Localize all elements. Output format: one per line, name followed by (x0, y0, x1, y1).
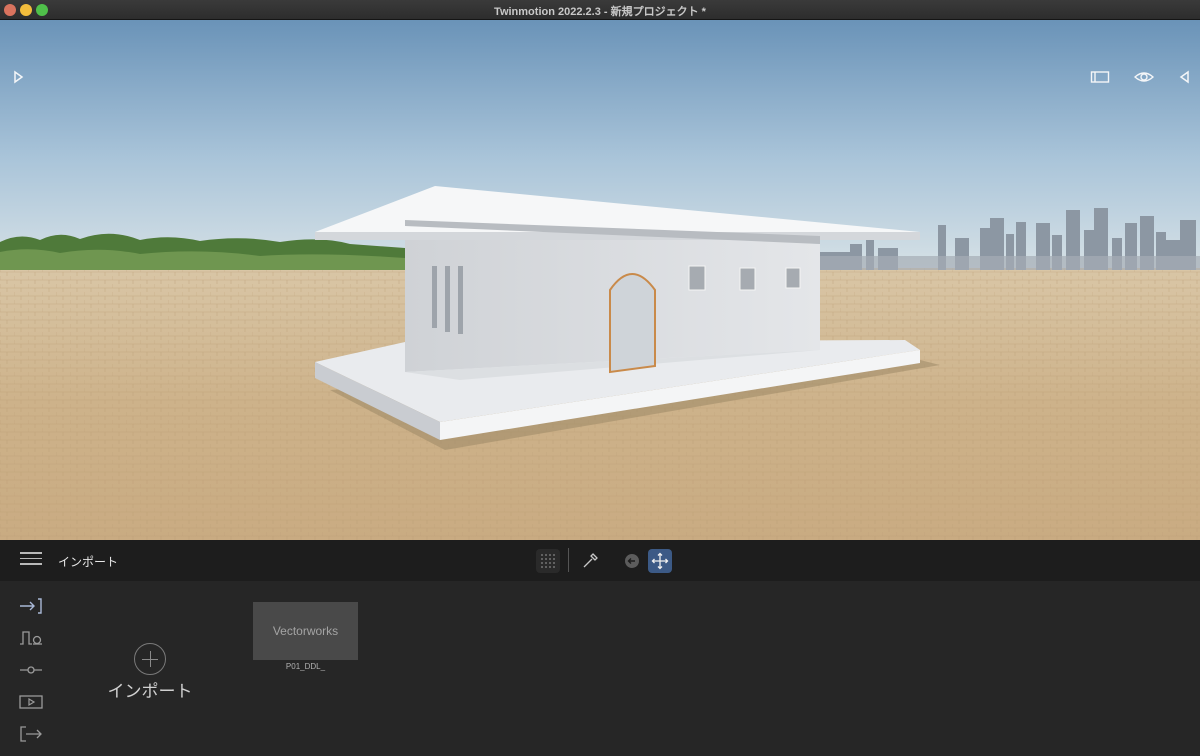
toolbar-separator (568, 548, 569, 572)
import-icon[interactable] (18, 597, 44, 615)
asset-thumbnail[interactable]: Vectorworks (253, 602, 358, 660)
media-icon[interactable] (18, 693, 44, 711)
grid-snap-icon[interactable] (536, 549, 560, 573)
asset-thumbnail-label: Vectorworks (272, 624, 339, 638)
menu-icon[interactable] (20, 552, 42, 568)
context-icon[interactable] (18, 629, 44, 647)
window-titlebar: Twinmotion 2022.2.3 - 新規プロジェクト * (0, 0, 1200, 20)
3d-viewport[interactable] (0, 20, 1200, 540)
right-panel-toggle-icon[interactable] (1174, 67, 1194, 87)
section-title: インポート (58, 555, 119, 569)
configuration-icon[interactable] (18, 661, 44, 679)
import-button[interactable]: インポート (100, 641, 200, 707)
eyedropper-icon[interactable] (578, 549, 602, 573)
panel-icon[interactable] (1090, 67, 1110, 87)
scene-render (0, 20, 1200, 540)
left-panel-toggle-icon[interactable] (8, 67, 28, 87)
import-label: インポート (107, 682, 193, 701)
import-panel: インポート Vectorworks P01_DDL_ (0, 581, 1200, 756)
move-icon[interactable] (648, 549, 672, 573)
export-icon[interactable] (18, 725, 44, 743)
asset-name: P01_DDL_ (285, 662, 326, 671)
back-icon[interactable] (620, 549, 644, 573)
window-title: Twinmotion 2022.2.3 - 新規プロジェクト * (494, 6, 706, 18)
toolbar: インポート (0, 540, 1200, 581)
eye-icon[interactable] (1133, 67, 1155, 87)
add-icon (134, 643, 166, 675)
